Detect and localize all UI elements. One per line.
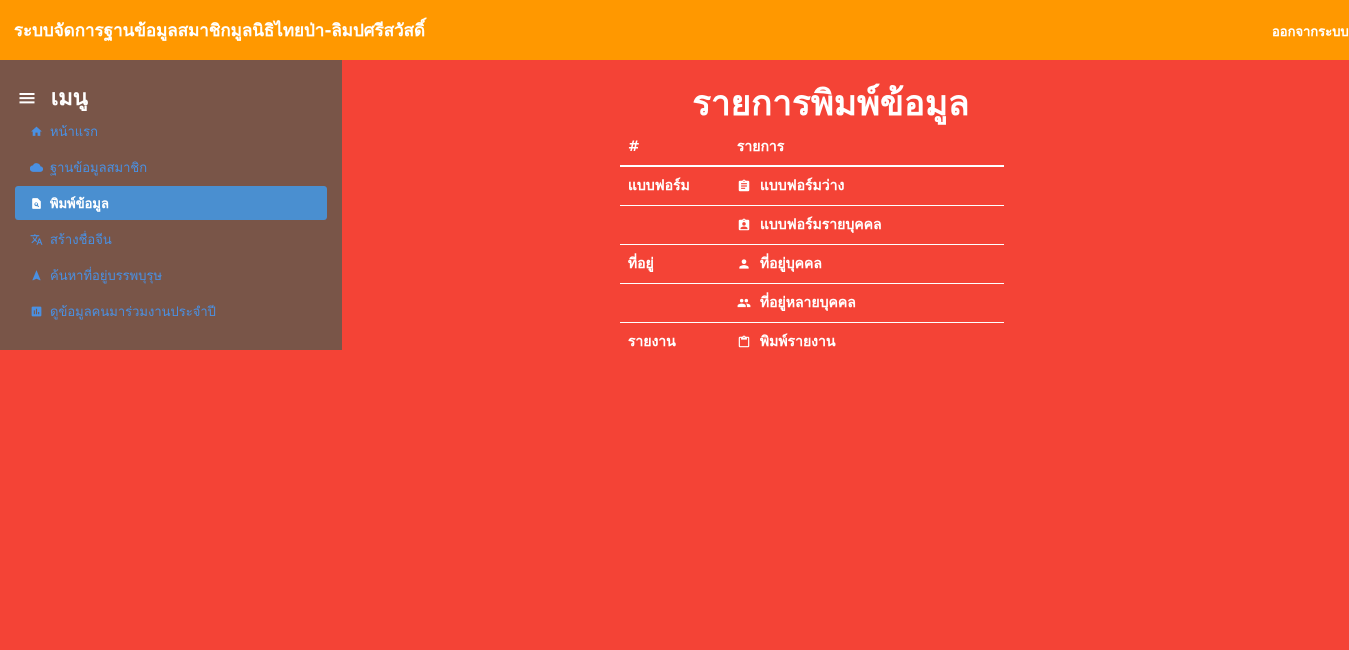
table-row: ที่อยู่หลายบุคคล bbox=[620, 283, 1004, 323]
sidebar: เมนู หน้าแรก ฐานข้อมูลสมาชิก พิมพ์ข้อมูล… bbox=[0, 60, 342, 350]
table-row: รายงาน พิมพ์รายงาน bbox=[620, 322, 1004, 361]
print-individual-form-link[interactable]: แบบฟอร์มรายบุคคล bbox=[737, 214, 996, 236]
table-header-row: # รายการ bbox=[620, 128, 1004, 167]
sidebar-item-label: ฐานข้อมูลสมาชิก bbox=[50, 160, 148, 176]
page-title: รายการพิมพ์ข้อมูล bbox=[692, 84, 970, 124]
print-list-table: # รายการ แบบฟอร์ม แบบฟอร์มว่าง แบบฟอร์มร… bbox=[620, 128, 1004, 361]
cloud-icon bbox=[30, 162, 43, 172]
sidebar-item-home[interactable]: หน้าแรก bbox=[15, 114, 327, 148]
item-cell: แบบฟอร์มว่าง bbox=[729, 166, 1004, 206]
sidebar-item-label: สร้างชื่อจีน bbox=[50, 232, 112, 248]
item-label: ที่อยู่บุคคล bbox=[760, 255, 823, 272]
category-cell: รายงาน bbox=[628, 333, 676, 350]
logout-link[interactable]: ออกจากระบบ bbox=[1272, 21, 1349, 42]
clipboard-icon bbox=[738, 335, 750, 347]
document-search-icon bbox=[32, 197, 41, 209]
sidebar-item-label: ค้นหาที่อยู่บรรพบุรุษ bbox=[50, 268, 163, 284]
item-label: แบบฟอร์มรายบุคคล bbox=[760, 216, 882, 233]
item-cell: พิมพ์รายงาน bbox=[729, 322, 1004, 361]
people-icon bbox=[737, 298, 751, 307]
menu-title: เมนู bbox=[51, 86, 89, 111]
home-icon bbox=[31, 126, 42, 136]
sidebar-item-annual-attendance[interactable]: ดูข้อมูลคนมาร่วมงานประจำปี bbox=[15, 294, 327, 328]
item-label: แบบฟอร์มว่าง bbox=[760, 177, 845, 194]
person-icon bbox=[739, 258, 749, 269]
category-cell: แบบฟอร์ม bbox=[620, 166, 729, 206]
top-app-bar: ระบบจัดการฐานข้อมูลสมาชิกมูลนิธิไทยป่า-ล… bbox=[0, 0, 1349, 60]
translate-icon bbox=[30, 233, 43, 245]
sidebar-item-label: พิมพ์ข้อมูล bbox=[50, 196, 109, 212]
column-header-number: # bbox=[620, 128, 729, 167]
item-cell: แบบฟอร์มรายบุคคล bbox=[729, 205, 1004, 245]
sidebar-item-member-database[interactable]: ฐานข้อมูลสมาชิก bbox=[15, 150, 327, 184]
category-cell bbox=[620, 283, 729, 323]
sidebar-item-print-data[interactable]: พิมพ์ข้อมูล bbox=[15, 186, 327, 220]
sidebar-item-label: ดูข้อมูลคนมาร่วมงานประจำปี bbox=[50, 304, 216, 320]
print-blank-form-link[interactable]: แบบฟอร์มว่าง bbox=[737, 175, 996, 197]
sidebar-item-ancestor-address[interactable]: ค้นหาที่อยู่บรรพบุรุษ bbox=[15, 258, 327, 292]
navigation-arrow-icon bbox=[32, 269, 41, 280]
app-title: ระบบจัดการฐานข้อมูลสมาชิกมูลนิธิไทยป่า-ล… bbox=[14, 21, 426, 41]
hamburger-menu-icon[interactable] bbox=[17, 88, 37, 108]
sidebar-item-label: หน้าแรก bbox=[50, 124, 98, 140]
sidebar-item-chinese-name[interactable]: สร้างชื่อจีน bbox=[15, 222, 327, 256]
table-row: แบบฟอร์ม แบบฟอร์มว่าง bbox=[620, 166, 1004, 206]
assignment-ind-icon bbox=[738, 218, 750, 230]
print-multiple-address-link[interactable]: ที่อยู่หลายบุคคล bbox=[737, 292, 996, 314]
category-cell: ที่อยู่ bbox=[620, 244, 729, 284]
print-single-address-link[interactable]: ที่อยู่บุคคล bbox=[737, 253, 996, 275]
item-label: ที่อยู่หลายบุคคล bbox=[760, 294, 856, 311]
item-cell: ที่อยู่หลายบุคคล bbox=[729, 283, 1004, 323]
menu-header: เมนู bbox=[17, 80, 88, 115]
item-label: พิมพ์รายงาน bbox=[760, 333, 836, 350]
sidebar-nav: หน้าแรก ฐานข้อมูลสมาชิก พิมพ์ข้อมูล สร้า… bbox=[15, 114, 327, 330]
stats-chart-icon bbox=[31, 306, 42, 316]
column-header-item: รายการ bbox=[729, 128, 1004, 167]
category-cell bbox=[620, 205, 729, 245]
print-report-link[interactable]: พิมพ์รายงาน bbox=[737, 331, 996, 353]
item-cell: ที่อยู่บุคคล bbox=[729, 244, 1004, 284]
table-row: แบบฟอร์มรายบุคคล bbox=[620, 205, 1004, 245]
assignment-icon bbox=[738, 179, 750, 191]
table-row: ที่อยู่ ที่อยู่บุคคล bbox=[620, 244, 1004, 284]
